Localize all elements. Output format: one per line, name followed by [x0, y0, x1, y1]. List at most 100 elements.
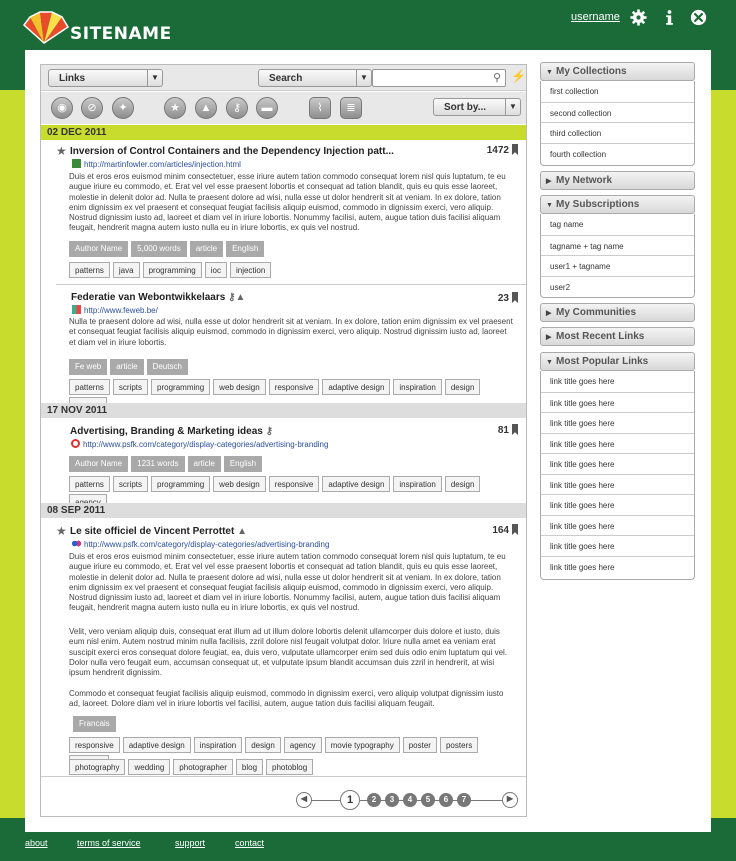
page-button[interactable]: 4: [403, 793, 417, 807]
username-link[interactable]: username: [571, 11, 620, 23]
tag[interactable]: java: [112, 262, 140, 278]
tag[interactable]: design: [444, 476, 481, 492]
tag[interactable]: patterns: [69, 262, 110, 278]
popular-links-header[interactable]: ▼ Most Popular Links: [540, 352, 695, 371]
bookmark-count[interactable]: 1472: [487, 144, 518, 156]
minus-filter-button[interactable]: ▬: [256, 97, 278, 119]
meta-author[interactable]: Author Name: [69, 456, 129, 472]
footer-link-terms[interactable]: terms of service: [77, 838, 141, 848]
tag[interactable]: movie typography: [324, 737, 400, 753]
link-title[interactable]: Advertising, Branding & Marketing ideas …: [70, 426, 273, 437]
bookmark-count[interactable]: 81: [498, 424, 518, 436]
bookmark-count[interactable]: 23: [498, 292, 518, 304]
sort-select[interactable]: Sort by... ▼: [433, 98, 521, 116]
subscription-item[interactable]: tagname + tag name: [541, 234, 694, 256]
tag[interactable]: adaptive design: [122, 737, 191, 753]
tag[interactable]: inspiration: [393, 379, 442, 395]
tag[interactable]: posters: [439, 737, 479, 753]
bookmark-count[interactable]: 164: [492, 524, 518, 536]
tag[interactable]: inspiration: [193, 737, 243, 753]
popular-link-item[interactable]: link title goes here: [541, 494, 694, 515]
meta-type[interactable]: article: [187, 456, 221, 472]
popular-link-item[interactable]: link title goes here: [541, 432, 694, 454]
popular-link-item[interactable]: link title goes here: [541, 555, 694, 577]
page-current[interactable]: 1: [340, 790, 360, 810]
info-icon[interactable]: [661, 9, 678, 26]
tag[interactable]: wedding: [128, 759, 171, 775]
page-button[interactable]: 5: [421, 793, 435, 807]
popular-link-item[interactable]: link title goes here: [541, 412, 694, 433]
star-filter-button[interactable]: ★: [164, 97, 186, 119]
popular-link-item[interactable]: link title goes here: [541, 391, 694, 413]
collection-item[interactable]: fourth collection: [541, 142, 694, 164]
tag[interactable]: scripts: [112, 476, 149, 492]
meta-author[interactable]: Fe web: [69, 359, 108, 375]
link-url[interactable]: http://www.psfk.com/category/display-cat…: [72, 539, 329, 549]
link-url[interactable]: http://www.psfk.com/category/display-cat…: [71, 439, 328, 449]
tag[interactable]: inspiration: [393, 476, 442, 492]
subscription-item[interactable]: user1 + tagname: [541, 255, 694, 276]
meta-type[interactable]: article: [110, 359, 144, 375]
popular-link-item[interactable]: link title goes here: [541, 371, 694, 392]
prev-page-button[interactable]: ◀: [296, 792, 312, 808]
tag[interactable]: programming: [142, 262, 202, 278]
tag[interactable]: injection: [229, 262, 272, 278]
lightning-icon[interactable]: ⚡: [511, 69, 526, 83]
meta-language[interactable]: Francais: [73, 716, 116, 732]
site-name[interactable]: SITENAME: [70, 24, 172, 44]
page-button[interactable]: 7: [457, 793, 471, 807]
star-icon[interactable]: ★: [56, 524, 67, 538]
tag[interactable]: patterns: [69, 476, 110, 492]
tag[interactable]: programming: [151, 379, 211, 395]
collection-item[interactable]: second collection: [541, 101, 694, 123]
tag[interactable]: web design: [213, 379, 266, 395]
subscription-item[interactable]: user2: [541, 275, 694, 297]
search-icon[interactable]: ⚲: [493, 71, 501, 84]
tag[interactable]: adaptive design: [322, 379, 391, 395]
tag[interactable]: photoblog: [266, 759, 314, 775]
link-title[interactable]: Federatie van Webontwikkelaars ⚷▲: [71, 292, 245, 303]
meta-language[interactable]: Deutsch: [146, 359, 188, 375]
communities-header[interactable]: ▶ My Communities: [540, 303, 695, 322]
tag[interactable]: responsive: [69, 737, 120, 753]
meta-words[interactable]: 5,000 words: [131, 241, 187, 257]
subscription-item[interactable]: tag name: [541, 214, 694, 235]
footer-link-about[interactable]: about: [25, 838, 48, 848]
tag[interactable]: web design: [213, 476, 266, 492]
tag[interactable]: ioc: [204, 262, 227, 278]
meta-language[interactable]: English: [226, 241, 265, 257]
tag[interactable]: adaptive design: [322, 476, 391, 492]
tag[interactable]: scripts: [112, 379, 149, 395]
popular-link-item[interactable]: link title goes here: [541, 473, 694, 495]
close-icon[interactable]: [690, 9, 707, 26]
tag[interactable]: programming: [151, 476, 211, 492]
meta-words[interactable]: 1231 words: [131, 456, 185, 472]
search-select[interactable]: Search ▼: [258, 69, 372, 87]
tag[interactable]: responsive: [268, 476, 320, 492]
pin-filter-button[interactable]: ✦: [112, 97, 134, 119]
popular-link-item[interactable]: link title goes here: [541, 514, 694, 536]
warning-filter-button[interactable]: ▲: [195, 97, 217, 119]
footer-link-contact[interactable]: contact: [235, 838, 264, 848]
collection-item[interactable]: third collection: [541, 122, 694, 143]
list-filter-button[interactable]: ≣: [340, 97, 362, 119]
tag[interactable]: blog: [235, 759, 264, 775]
eye-filter-button[interactable]: ◉: [51, 97, 73, 119]
tag[interactable]: poster: [402, 737, 437, 753]
star-icon[interactable]: ★: [56, 144, 67, 158]
meta-language[interactable]: English: [223, 456, 263, 472]
tag[interactable]: design: [444, 379, 481, 395]
link-url[interactable]: http://www.feweb.be/: [72, 305, 158, 315]
page-button[interactable]: 3: [385, 793, 399, 807]
meta-type[interactable]: article: [189, 241, 224, 257]
popular-link-item[interactable]: link title goes here: [541, 535, 694, 556]
tag[interactable]: responsive: [268, 379, 320, 395]
collection-item[interactable]: first collection: [541, 81, 694, 102]
recent-links-header[interactable]: ▶ Most Recent Links: [540, 327, 695, 346]
key-filter-button[interactable]: ⚷: [226, 97, 248, 119]
collections-header[interactable]: ▼ My Collections: [540, 62, 695, 81]
footer-link-support[interactable]: support: [175, 838, 205, 848]
network-header[interactable]: ▶ My Network: [540, 171, 695, 190]
tag[interactable]: photographer: [173, 759, 233, 775]
subscriptions-header[interactable]: ▼ My Subscriptions: [540, 195, 695, 214]
